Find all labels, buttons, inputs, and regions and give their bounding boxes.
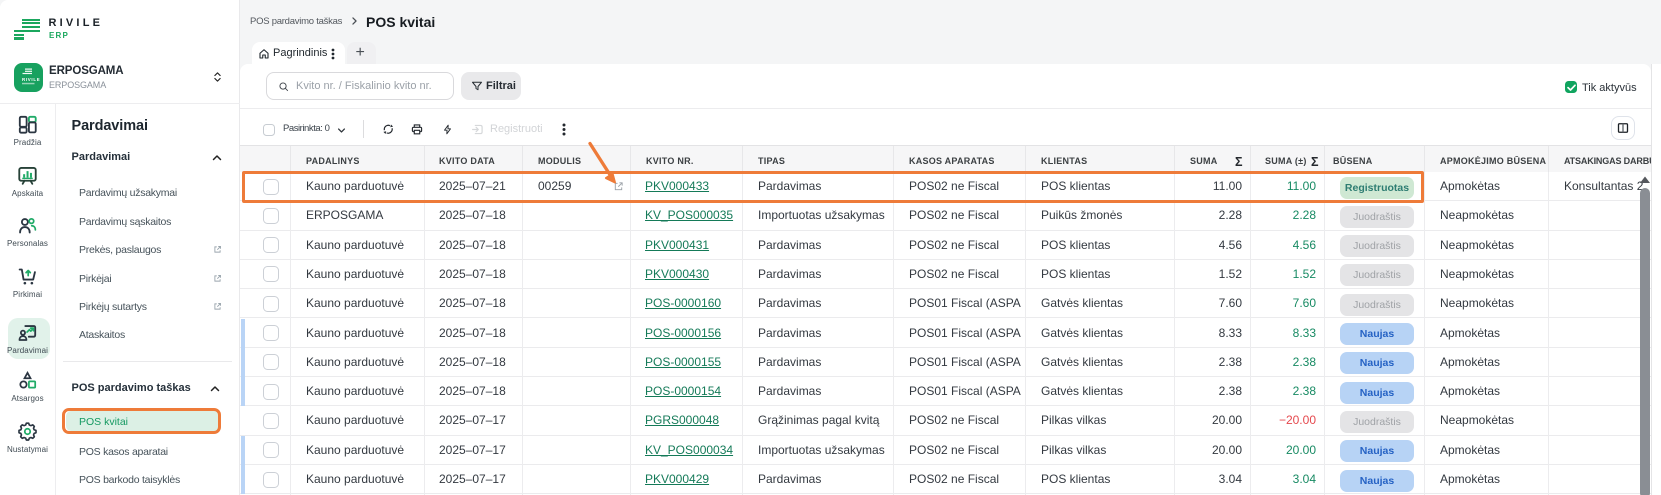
svg-text:RIVILE: RIVILE xyxy=(22,77,40,82)
